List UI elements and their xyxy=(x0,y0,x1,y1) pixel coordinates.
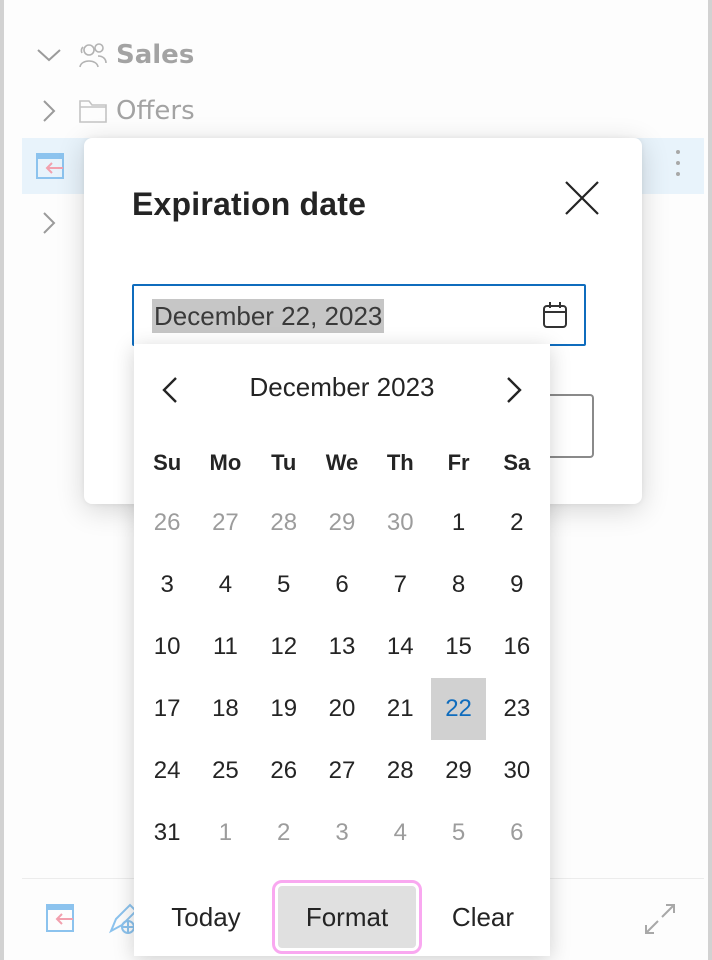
calendar-icon[interactable] xyxy=(542,301,568,333)
day-cell[interactable]: 8 xyxy=(429,554,487,616)
weekday-label: Tu xyxy=(271,450,297,475)
close-icon xyxy=(565,181,599,215)
format-button[interactable]: Format xyxy=(272,880,422,954)
day-cell[interactable]: 26 xyxy=(138,492,196,554)
weekday-label: Sa xyxy=(503,450,531,475)
chevron-right-icon xyxy=(507,377,522,403)
day-cell[interactable]: 21 xyxy=(371,678,429,740)
day-cell[interactable]: 3 xyxy=(138,554,196,616)
day-cell[interactable]: 19 xyxy=(255,678,313,740)
day-cell[interactable]: 16 xyxy=(488,616,546,678)
more-options-icon[interactable] xyxy=(676,150,680,176)
day-cell[interactable]: 28 xyxy=(371,740,429,802)
weekday-label: Su xyxy=(153,450,182,475)
date-picker-popup: December 2023 Su Mo Tu We Th Fr Sa 26 27 2… xyxy=(134,344,550,956)
day-cell[interactable]: 30 xyxy=(488,740,546,802)
day-cell[interactable]: 14 xyxy=(371,616,429,678)
day-cell[interactable]: 1 xyxy=(196,802,254,864)
day-cell[interactable]: 24 xyxy=(138,740,196,802)
day-cell[interactable]: 12 xyxy=(255,616,313,678)
day-cell[interactable]: 11 xyxy=(196,616,254,678)
day-cell[interactable]: 6 xyxy=(313,554,371,616)
chevron-down-icon[interactable] xyxy=(36,47,64,63)
day-cell[interactable]: 31 xyxy=(138,802,196,864)
day-cell[interactable]: 27 xyxy=(313,740,371,802)
dialog-button-obscured[interactable] xyxy=(544,394,594,458)
day-cell[interactable]: 3 xyxy=(313,802,371,864)
weekday-label: Fr xyxy=(447,450,470,475)
chevron-right-icon[interactable] xyxy=(36,98,64,124)
weekday-label: Th xyxy=(386,450,414,475)
day-cell[interactable]: 4 xyxy=(196,554,254,616)
day-cell[interactable]: 20 xyxy=(313,678,371,740)
weekday-header: Su Mo Tu We Th Fr Sa xyxy=(138,450,546,476)
day-cell-selected[interactable]: 22 xyxy=(431,678,486,740)
month-year-label[interactable]: December 2023 xyxy=(134,372,550,403)
day-cell[interactable]: 15 xyxy=(429,616,487,678)
date-picker-footer: Today Format Clear xyxy=(134,880,550,956)
day-cell[interactable]: 5 xyxy=(255,554,313,616)
day-cell[interactable]: 2 xyxy=(255,802,313,864)
day-cell[interactable]: 25 xyxy=(196,740,254,802)
expiration-date-input[interactable]: December 22, 2023 xyxy=(132,284,586,346)
window-border-right xyxy=(708,0,712,960)
day-cell[interactable]: 17 xyxy=(138,678,196,740)
chevron-right-icon[interactable] xyxy=(36,210,64,236)
day-grid: 26 27 28 29 30 1 2 3 4 5 6 7 8 9 10 11 12 13 14 15 16 17 18 19 2… xyxy=(138,492,546,864)
day-cell[interactable]: 5 xyxy=(429,802,487,864)
day-cell[interactable]: 27 xyxy=(196,492,254,554)
day-cell[interactable]: 10 xyxy=(138,616,196,678)
expand-icon[interactable] xyxy=(642,901,678,937)
day-cell[interactable]: 29 xyxy=(313,492,371,554)
window-border-left xyxy=(0,0,4,960)
tree-item-offers[interactable]: Offers xyxy=(22,83,704,139)
day-cell[interactable]: 9 xyxy=(488,554,546,616)
next-month-button[interactable] xyxy=(496,372,532,408)
day-cell[interactable]: 2 xyxy=(488,492,546,554)
tree-item-label: Offers xyxy=(116,96,195,126)
day-cell[interactable]: 1 xyxy=(429,492,487,554)
weekday-label: Mo xyxy=(209,450,242,475)
clear-button[interactable]: Clear xyxy=(434,886,532,948)
day-cell[interactable]: 6 xyxy=(488,802,546,864)
day-cell[interactable]: 4 xyxy=(371,802,429,864)
calendar-arrow-icon[interactable] xyxy=(46,903,76,933)
day-cell[interactable]: 28 xyxy=(255,492,313,554)
weekday-label: We xyxy=(325,450,359,475)
day-cell[interactable]: 26 xyxy=(255,740,313,802)
day-cell[interactable]: 7 xyxy=(371,554,429,616)
today-button[interactable]: Today xyxy=(156,886,256,948)
calendar-arrow-icon xyxy=(36,152,68,180)
day-cell[interactable]: 30 xyxy=(371,492,429,554)
date-input-value[interactable]: December 22, 2023 xyxy=(152,299,385,333)
day-cell[interactable]: 29 xyxy=(429,740,487,802)
day-cell[interactable]: 13 xyxy=(313,616,371,678)
close-button[interactable] xyxy=(562,178,602,218)
tree-item-label: Sales xyxy=(116,40,195,70)
day-cell[interactable]: 18 xyxy=(196,678,254,740)
tree-item-sales[interactable]: Sales xyxy=(22,27,704,83)
folder-icon xyxy=(78,98,110,124)
date-picker-header: December 2023 xyxy=(134,366,550,410)
day-cell[interactable]: 23 xyxy=(488,678,546,740)
people-icon xyxy=(78,41,110,69)
dialog-title: Expiration date xyxy=(132,186,367,222)
